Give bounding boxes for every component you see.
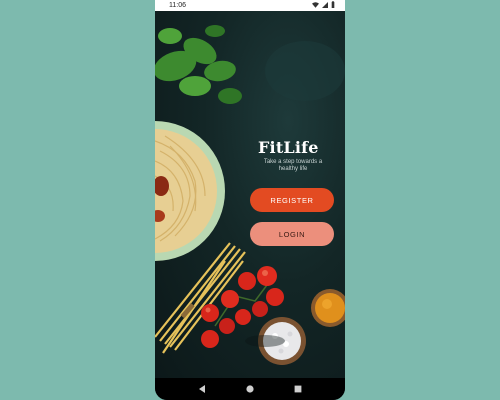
recents-icon[interactable] [292,383,304,395]
parsley-image [155,25,242,104]
register-button[interactable]: REGISTER [250,188,334,212]
app-tagline: Take a step towards a healthy life [263,159,323,172]
phone-frame: 11:06 FitLife Take a step towards a heal… [155,0,345,400]
spice-bowl-image [311,289,345,327]
navigation-bar [155,378,345,400]
home-icon[interactable] [244,383,256,395]
status-time: 11:06 [169,2,186,9]
login-button[interactable]: LOGIN [250,222,334,246]
wifi-icon [312,1,319,8]
brand-block: FitLife Take a step towards a healthy li… [258,139,343,173]
battery-icon [331,1,335,8]
pasta-plate-image [155,121,225,261]
app-title: FitLife [258,138,319,157]
splash-screen: FitLife Take a step towards a healthy li… [155,11,345,378]
back-icon[interactable] [196,383,208,395]
status-bar: 11:06 [155,0,345,11]
signal-icon [322,1,328,8]
